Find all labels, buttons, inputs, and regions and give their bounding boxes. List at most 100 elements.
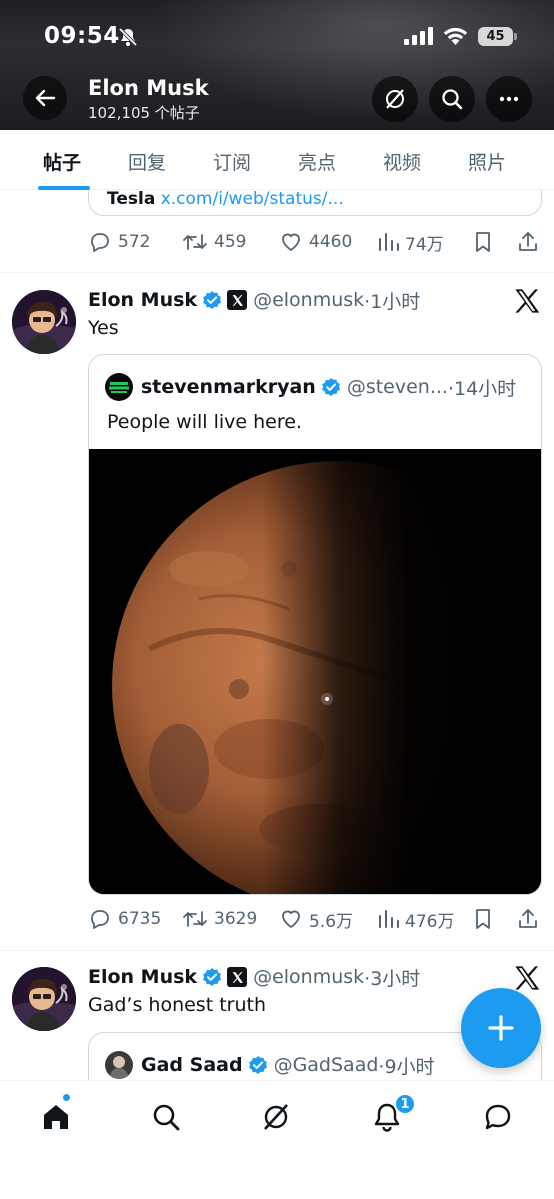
tab-videos[interactable]: 视频 [383, 148, 421, 190]
like-count: 5.6万 [309, 911, 354, 932]
tab-photos[interactable]: 照片 [468, 148, 506, 190]
tweet-time: ·3小时 [364, 967, 421, 990]
repost-button[interactable]: 3629 [182, 905, 257, 933]
x-logo-icon [515, 966, 540, 990]
tweet-time: ·1小时 [364, 290, 421, 313]
tweet-divider [0, 950, 554, 951]
search-icon [442, 89, 463, 110]
reply-icon [91, 910, 109, 929]
like-button[interactable]: 5.6万 [279, 905, 353, 933]
cellular-signal-icon [404, 27, 433, 45]
bottom-navigation: 1 [0, 1080, 554, 1199]
reply-count: 572 [118, 232, 151, 252]
quoted-author-name: Gad Saad [141, 1054, 243, 1076]
mars-image[interactable] [89, 449, 541, 894]
bookmark-button[interactable] [472, 228, 500, 256]
views-button[interactable]: 476万 [377, 905, 454, 933]
verified-badge-icon [203, 291, 222, 309]
wifi-icon [443, 27, 468, 45]
x-affiliate-badge-icon [227, 967, 248, 987]
previous-tweet-actions: 572 459 4460 74万 [88, 228, 542, 256]
nav-explore[interactable] [148, 1099, 184, 1135]
compose-post-button[interactable] [461, 988, 541, 1068]
grok-button[interactable] [372, 76, 418, 122]
x-affiliate-badge-icon [227, 290, 248, 310]
tweet-text: Yes [88, 317, 119, 339]
quoted-author-handle: @GadSaad [273, 1054, 379, 1076]
author-name[interactable]: Elon Musk [88, 289, 197, 311]
author-name[interactable]: Elon Musk [88, 966, 197, 988]
more-options-button[interactable] [486, 76, 532, 122]
author-handle: @elonmusk [253, 289, 365, 311]
tweet-divider [0, 272, 554, 273]
profile-name: Elon Musk [88, 76, 209, 100]
quoted-avatar [105, 373, 133, 401]
heart-icon [282, 233, 300, 251]
share-icon [519, 232, 537, 251]
tab-subscriptions[interactable]: 订阅 [213, 148, 251, 190]
home-unread-dot [62, 1093, 71, 1102]
avatar[interactable] [12, 967, 76, 1031]
views-chart-icon [379, 910, 399, 928]
messages-icon [485, 1104, 511, 1130]
profile-header: 09:54 45 Elon Musk 102,105 个帖子 [0, 0, 554, 130]
share-icon [519, 909, 537, 928]
nav-grok[interactable] [258, 1099, 294, 1135]
reply-button[interactable]: 6735 [88, 905, 161, 933]
avatar[interactable] [12, 290, 76, 354]
share-button[interactable] [516, 228, 546, 256]
nav-messages[interactable] [480, 1099, 516, 1135]
verified-badge-icon [321, 378, 340, 396]
bookmark-button[interactable] [472, 905, 500, 933]
bookmark-icon [476, 232, 490, 252]
back-button[interactable] [23, 76, 67, 120]
post-count: 102,105 个帖子 [88, 104, 200, 122]
quoted-tweet-card[interactable]: stevenmarkryan @steven... ·14小时 People w… [88, 354, 542, 895]
tab-highlights[interactable]: 亮点 [298, 148, 336, 190]
reply-icon [91, 233, 109, 252]
repost-count: 3629 [214, 909, 258, 929]
tweet-text: Gad’s honest truth [88, 994, 266, 1016]
search-button[interactable] [429, 76, 475, 122]
repost-count: 459 [214, 232, 247, 252]
quoted-tweet-time: ·9小时 [378, 1055, 435, 1078]
plus-icon [488, 1015, 514, 1041]
reply-count: 6735 [118, 909, 162, 929]
quoted-tweet-time: ·14小时 [447, 377, 517, 400]
tab-replies[interactable]: 回复 [128, 148, 166, 190]
verified-badge-icon [248, 1056, 267, 1074]
link-card-text: Tesla x.com/i/web/status/... [107, 190, 344, 209]
view-count: 476万 [405, 911, 455, 932]
timeline[interactable]: Tesla x.com/i/web/status/... 572 459 446… [0, 190, 554, 1080]
repost-icon [183, 911, 207, 927]
views-button[interactable]: 74万 [377, 228, 444, 256]
status-time: 09:54 [44, 23, 120, 49]
like-button[interactable]: 4460 [279, 228, 352, 256]
battery-indicator: 45 [478, 27, 517, 46]
search-icon [153, 1104, 180, 1131]
view-count: 74万 [405, 234, 444, 255]
profile-nav-row: Elon Musk 102,105 个帖子 [0, 74, 554, 124]
quoted-author-name: stevenmarkryan [141, 376, 316, 398]
verified-badge-icon [203, 968, 222, 986]
tweet-header: Elon Musk @elonmusk ·3小时 [88, 964, 420, 990]
reply-button[interactable]: 572 [88, 228, 150, 256]
more-dots-icon [499, 96, 519, 102]
views-chart-icon [379, 233, 399, 251]
previous-link-card[interactable]: Tesla x.com/i/web/status/... [88, 190, 542, 216]
share-button[interactable] [516, 905, 546, 933]
tab-posts[interactable]: 帖子 [43, 148, 81, 190]
tweet-actions: 6735 3629 5.6万 476万 [88, 905, 542, 933]
profile-tabs: 帖子 回复 订阅 亮点 视频 照片 [0, 130, 554, 190]
avatar-image [12, 967, 76, 1031]
repost-button[interactable]: 459 [182, 228, 246, 256]
like-count: 4460 [309, 232, 353, 252]
avatar-image [12, 290, 76, 354]
nav-home[interactable] [38, 1099, 74, 1135]
home-icon [44, 1105, 68, 1129]
x-logo-icon [515, 289, 540, 313]
heart-icon [282, 910, 300, 928]
arrow-left-icon [35, 89, 56, 107]
quoted-tweet-header: Gad Saad @GadSaad ·9小时 [105, 1051, 435, 1079]
quoted-tweet-text: People will live here. [107, 411, 302, 433]
